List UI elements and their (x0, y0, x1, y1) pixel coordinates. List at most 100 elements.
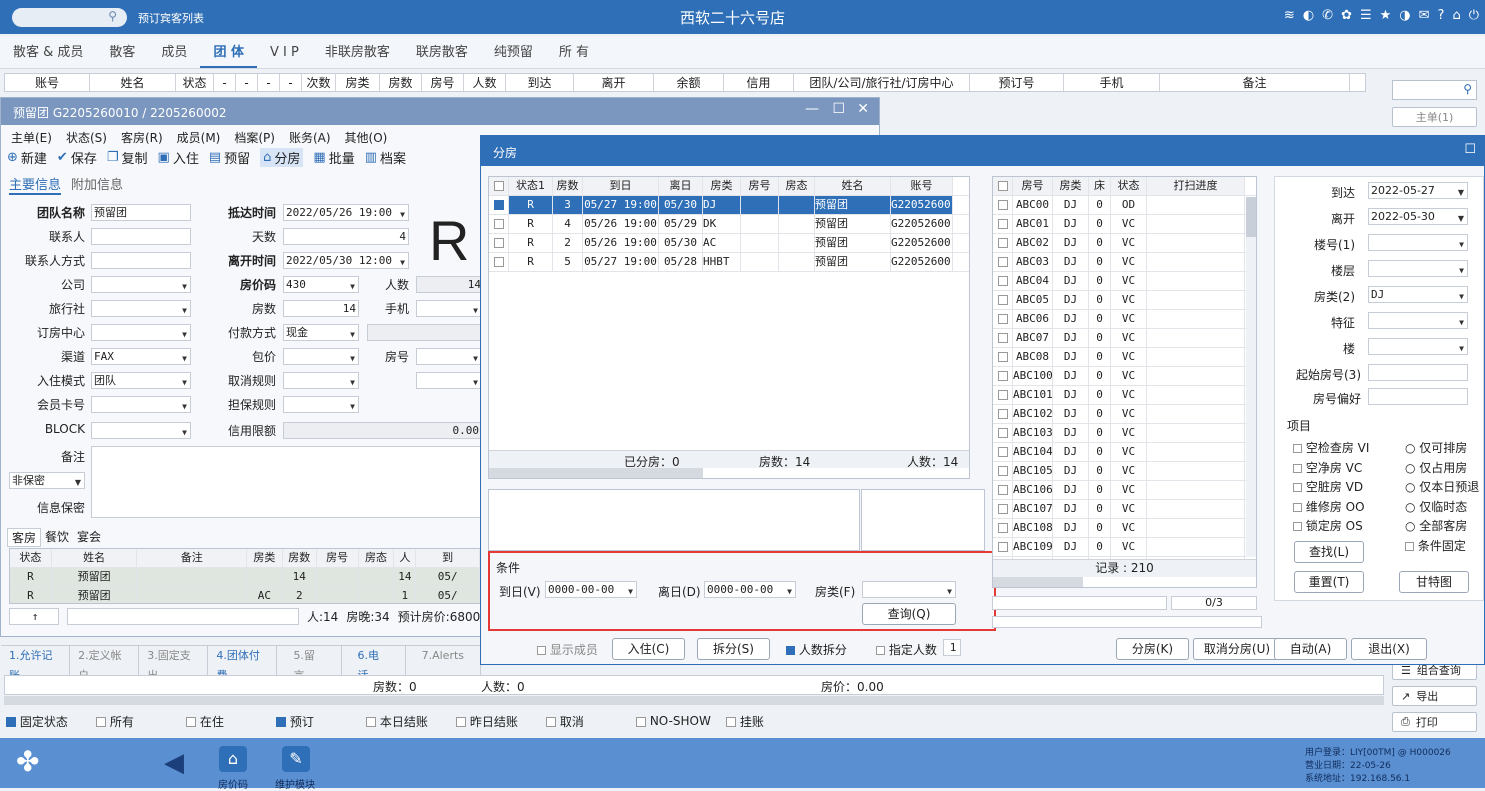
row-checkbox[interactable] (997, 276, 1008, 286)
auto-button[interactable]: 自动(A) (1274, 638, 1347, 660)
help-icon[interactable]: ? (1438, 8, 1445, 23)
booking-center-select[interactable] (91, 324, 191, 342)
filter-leave-select[interactable]: 2022-05-30 (1368, 208, 1468, 226)
row-checkbox[interactable] (997, 352, 1008, 362)
back-arrow-icon[interactable]: ◀ (164, 748, 184, 778)
row-checkbox[interactable] (493, 238, 504, 248)
contact-method-field[interactable] (91, 252, 191, 269)
radio-temporary[interactable]: ○ 仅临时态 (1405, 498, 1479, 518)
payment-extra-field[interactable] (367, 324, 482, 341)
print-button[interactable]: ⎙ 打印 (1392, 712, 1477, 732)
specify-people-check[interactable]: 指定人数 (876, 641, 937, 658)
select-all-checkbox[interactable] (493, 181, 504, 191)
row-checkbox[interactable] (997, 466, 1008, 476)
row-checkbox[interactable] (997, 523, 1008, 533)
cancel-rule-select[interactable] (283, 372, 359, 390)
table-row[interactable]: ABC02 DJ 0 VC (993, 234, 1256, 253)
tab-non-linked[interactable]: 非联房散客 (312, 36, 403, 68)
col-header[interactable]: - (258, 74, 280, 91)
mobile-field[interactable] (416, 300, 482, 318)
menu-profile[interactable]: 档案(P) (234, 129, 275, 146)
guarantee-select[interactable] (283, 396, 359, 414)
building-select[interactable] (1368, 234, 1468, 252)
people-split-check[interactable]: 人数拆分 (786, 641, 847, 658)
secret-select[interactable]: 非保密 (9, 472, 85, 490)
table-row[interactable]: ABC05 DJ 0 VC (993, 291, 1256, 310)
wifi-icon[interactable]: ≋ (1284, 8, 1295, 23)
power-icon[interactable]: ⏻ (1469, 8, 1479, 23)
table-row[interactable]: ABC106 DJ 0 VC (993, 481, 1256, 500)
col-header[interactable]: 房类 (336, 74, 380, 91)
extra-select[interactable] (416, 372, 482, 390)
star-icon[interactable]: ★ (1380, 8, 1392, 23)
reserve-button[interactable]: ▤ 预留 (209, 148, 250, 167)
row-checkbox[interactable] (997, 314, 1008, 324)
company-select[interactable] (91, 276, 191, 294)
menu-main[interactable]: 主单(E) (11, 129, 52, 146)
split-button[interactable]: 拆分(S) (697, 638, 770, 660)
col-header[interactable]: 到达 (506, 74, 574, 91)
row-checkbox[interactable] (997, 295, 1008, 305)
tab-extra-info[interactable]: 附加信息 (71, 174, 123, 195)
table-row[interactable]: ABC08 DJ 0 VC (993, 348, 1256, 367)
row-checkbox[interactable] (997, 257, 1008, 267)
table-row[interactable]: R 2 05/26 19:00 05/30 AC 预留团 G220526001 (489, 234, 969, 253)
tab-vip[interactable]: V I P (257, 36, 312, 68)
main-order-button[interactable]: 主单(1) (1392, 107, 1477, 127)
table-row[interactable]: ABC109 DJ 0 VC (993, 538, 1256, 557)
row-checkbox[interactable] (997, 200, 1008, 210)
check-reserved[interactable]: 预订 (276, 713, 356, 730)
row-checkbox[interactable] (997, 542, 1008, 552)
table-row[interactable]: R 4 05/26 19:00 05/29 DK 预留团 G220526001 (489, 215, 969, 234)
credit-limit-field[interactable]: 0.00 (283, 422, 482, 439)
radio-all-rooms[interactable]: ○ 全部客房 (1405, 517, 1479, 537)
assign-room-button[interactable]: ⌂ 分房 (260, 148, 304, 167)
moon-icon[interactable]: ◑ (1399, 8, 1410, 23)
col-header[interactable]: 备注 (1160, 74, 1350, 91)
tab-all[interactable]: 所 有 (546, 36, 602, 68)
palette-icon[interactable]: ✿ (1341, 8, 1352, 23)
gantt-button[interactable]: 甘特图 (1399, 571, 1469, 593)
export-button[interactable]: ↗ 导出 (1392, 686, 1477, 706)
batch-button[interactable]: ▦ 批量 (313, 148, 354, 167)
col-header[interactable]: 余额 (654, 74, 724, 91)
tab-dining[interactable]: 餐饮 (41, 528, 73, 547)
col-header[interactable]: 账号 (5, 74, 90, 91)
check-vd[interactable]: 空脏房 VD (1293, 478, 1369, 498)
start-room-field[interactable] (1368, 364, 1468, 381)
check-oo[interactable]: 维修房 OO (1293, 498, 1369, 518)
row-checkbox[interactable] (997, 390, 1008, 400)
table-row[interactable]: ABC104 DJ 0 VC (993, 443, 1256, 462)
checkin-button[interactable]: ▣ 入住 (158, 148, 199, 167)
radio-assignable[interactable]: ○ 仅可排房 (1405, 439, 1479, 459)
horizontal-scrollbar[interactable] (993, 577, 1083, 587)
save-button[interactable]: ✔ 保存 (57, 148, 97, 167)
check-all[interactable]: 所有 (96, 713, 176, 730)
table-row[interactable]: ABC101 DJ 0 VC (993, 386, 1256, 405)
col-header[interactable]: 状态 (176, 74, 214, 91)
check-today-checkout[interactable]: 本日结账 (366, 713, 446, 730)
search-input[interactable]: ⚲ (12, 8, 127, 27)
menu-room[interactable]: 客房(R) (121, 129, 163, 146)
table-row[interactable]: ABC105 DJ 0 VC (993, 462, 1256, 481)
floor-select[interactable] (1368, 260, 1468, 278)
table-row[interactable]: ABC06 DJ 0 VC (993, 310, 1256, 329)
col-header[interactable]: 预订号 (970, 74, 1064, 91)
show-members-check[interactable]: 显示成员 (537, 641, 598, 658)
home-icon[interactable]: ⌂ (1452, 8, 1460, 23)
app-grid-icon[interactable]: ✤ (16, 748, 39, 776)
contact-field[interactable] (91, 228, 191, 245)
tab-members[interactable]: 成员 (148, 36, 200, 68)
tab-walkin[interactable]: 散客 (96, 36, 148, 68)
check-yesterday-checkout[interactable]: 昨日结账 (456, 713, 536, 730)
table-row[interactable]: ABC01 DJ 0 VC (993, 215, 1256, 234)
room-pref-field[interactable] (1368, 388, 1468, 405)
maximize-icon[interactable]: ☐ (1464, 142, 1476, 157)
tab-pure-reserve[interactable]: 纯预留 (481, 36, 546, 68)
cancel-assign-button[interactable]: 取消分房(U) (1193, 638, 1281, 660)
cond-leave-select[interactable]: 0000-00-00 (704, 581, 796, 599)
room-type-select[interactable]: DJ (1368, 286, 1468, 304)
table-row[interactable]: ABC03 DJ 0 VC (993, 253, 1256, 272)
check-os[interactable]: 锁定房 OS (1293, 517, 1369, 537)
cond-type-select[interactable] (862, 581, 956, 599)
